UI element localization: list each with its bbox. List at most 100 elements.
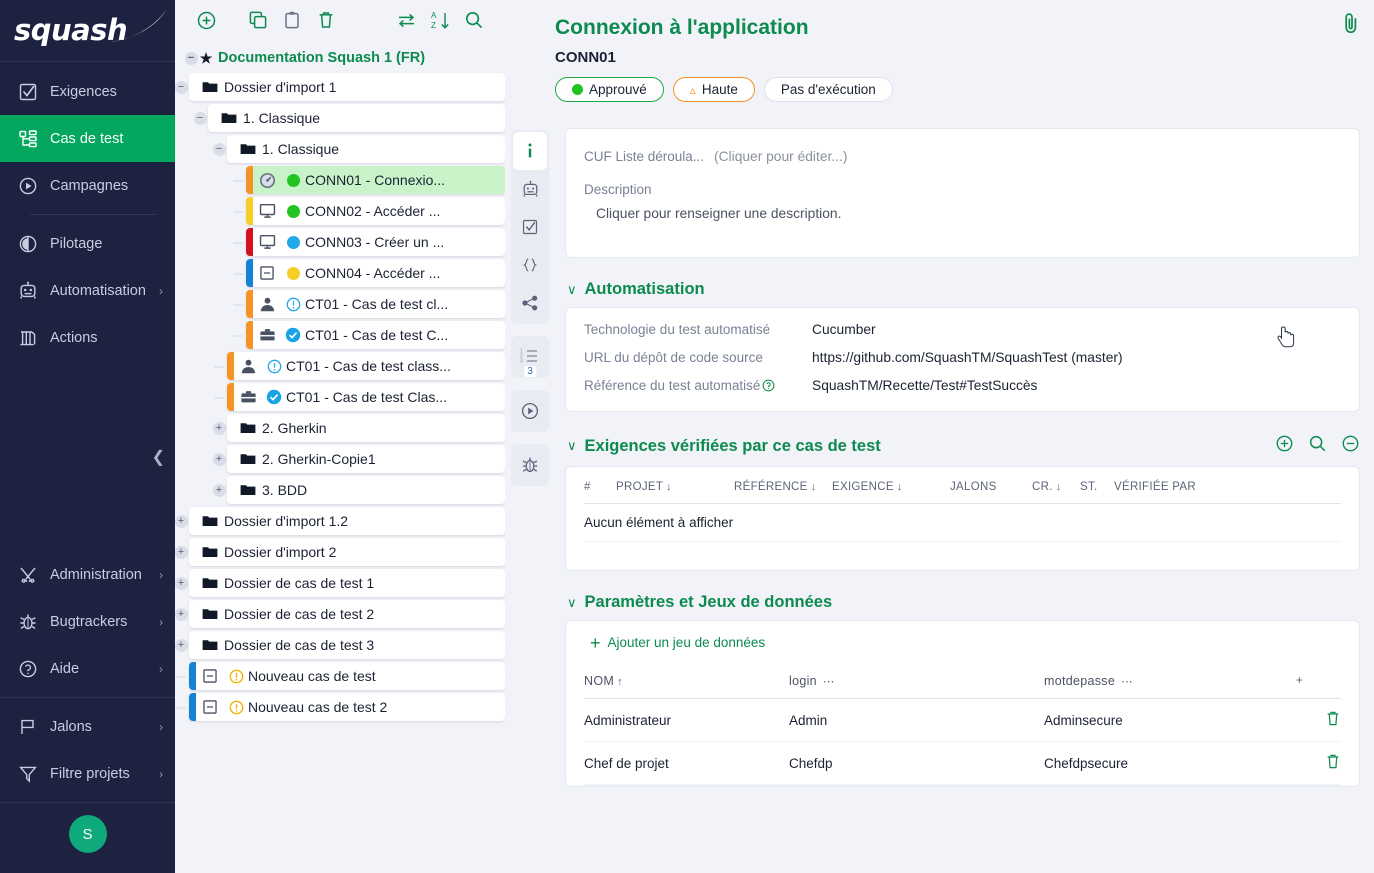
tree-root-node[interactable]: − ★ Documentation Squash 1 (FR) [175, 44, 505, 72]
copy-icon[interactable] [241, 5, 275, 35]
sort-descending-icon[interactable]: ↓ [811, 481, 817, 493]
sidebar-item-administration[interactable]: Administration › [0, 551, 175, 598]
braces-icon[interactable] [513, 246, 547, 284]
column-header[interactable]: EXIGENCE↓ [832, 471, 950, 504]
column-header[interactable]: RÉFÉRENCE↓ [734, 471, 832, 504]
sort-descending-icon[interactable]: ↓ [666, 481, 672, 493]
sidebar-item-campagnes[interactable]: Campagnes [0, 162, 175, 209]
expand-toggle-icon[interactable]: + [175, 575, 189, 591]
dataset-login-cell[interactable]: Chefdp [789, 742, 1044, 785]
sidebar-item-aide[interactable]: Aide › [0, 645, 175, 692]
column-header[interactable]: login⋯ [789, 664, 1044, 699]
tree-node-card[interactable]: CONN04 - Accéder ... [246, 259, 505, 287]
column-header[interactable]: VÉRIFIÉE PAR [1114, 471, 1341, 504]
tree-node-card[interactable]: CT01 - Cas de test cl... [246, 290, 505, 318]
chevron-down-icon[interactable]: ∨ [567, 595, 577, 611]
sidebar-item-jalons[interactable]: Jalons › [0, 703, 175, 750]
search-icon[interactable] [457, 5, 491, 35]
collapse-toggle-icon[interactable]: − [211, 141, 227, 157]
status-badge[interactable]: Approuvé [555, 77, 664, 102]
table-row[interactable]: AdministrateurAdminAdminsecure [584, 699, 1341, 742]
column-header[interactable]: NOM↑ [584, 664, 789, 699]
column-header[interactable]: ST. [1080, 471, 1114, 504]
tree-node[interactable]: +Dossier de cas de test 3 [175, 630, 505, 660]
numbered-list-icon[interactable]: 1 2 3 3 [511, 336, 549, 378]
tree-node-card[interactable]: CT01 - Cas de test Clas... [227, 383, 505, 411]
tree-node[interactable]: ─CONN01 - Connexio... [175, 165, 505, 195]
add-dataset-button[interactable]: + Ajouter un jeu de données [590, 635, 765, 650]
tree-node-card[interactable]: 2. Gherkin [227, 414, 505, 442]
checkbox-icon[interactable] [513, 208, 547, 246]
share-icon[interactable] [513, 284, 547, 322]
transfer-icon[interactable] [389, 5, 423, 35]
delete-icon[interactable] [309, 5, 343, 35]
tree-node-card[interactable]: 3. BDD [227, 476, 505, 504]
sidebar-item-actions[interactable]: Actions [0, 314, 175, 361]
add-icon[interactable] [189, 5, 223, 35]
tree-node[interactable]: −1. Classique [175, 103, 505, 133]
search-icon[interactable] [1308, 434, 1327, 458]
tree-node[interactable]: +2. Gherkin-Copie1 [175, 444, 505, 474]
tree-node-card[interactable]: Dossier d'import 1.2 [189, 507, 505, 535]
tree-node-card[interactable]: 2. Gherkin-Copie1 [227, 445, 505, 473]
tree-node[interactable]: ─CT01 - Cas de test cl... [175, 289, 505, 319]
sort-descending-icon[interactable]: ↓ [1056, 481, 1062, 493]
chevron-down-icon[interactable]: ∨ [567, 282, 577, 298]
sidebar-item-cas-de-test[interactable]: Cas de test [0, 115, 175, 162]
sidebar-item-filtre-projets[interactable]: Filtre projets › [0, 750, 175, 797]
sidebar-item-pilotage[interactable]: Pilotage [0, 220, 175, 267]
app-logo[interactable]: squash [0, 0, 175, 62]
expand-toggle-icon[interactable]: + [175, 544, 189, 560]
description-value[interactable]: Cliquer pour renseigner une description. [584, 206, 1341, 221]
add-circle-icon[interactable] [1275, 434, 1294, 458]
delete-dataset-button[interactable] [1296, 742, 1341, 785]
expand-toggle-icon[interactable]: + [211, 420, 227, 436]
dataset-name-cell[interactable]: Administrateur [584, 699, 789, 742]
chevron-down-icon[interactable]: ∨ [567, 438, 577, 454]
datasets-section-header[interactable]: ∨ Paramètres et Jeux de données [567, 593, 1360, 612]
tree-node-card[interactable]: Nouveau cas de test [189, 662, 505, 690]
add-parameter-button[interactable]: + [1296, 664, 1341, 699]
dataset-name-cell[interactable]: Chef de projet [584, 742, 789, 785]
dataset-password-cell[interactable]: Chefdpsecure [1044, 742, 1296, 785]
tree-node[interactable]: +2. Gherkin [175, 413, 505, 443]
column-header[interactable]: CR.↓ [1032, 471, 1080, 504]
help-icon[interactable] [762, 379, 775, 392]
column-header[interactable]: JALONS [950, 471, 1032, 504]
tree-node-card[interactable]: CT01 - Cas de test class... [227, 352, 505, 380]
tree-node[interactable]: ─Nouveau cas de test [175, 661, 505, 691]
tree-node-card[interactable]: Dossier d'import 2 [189, 538, 505, 566]
tree-node-card[interactable]: CONN01 - Connexio... [246, 166, 505, 194]
tree-node[interactable]: ─CT01 - Cas de test class... [175, 351, 505, 381]
sidebar-item-automatisation[interactable]: Automatisation › [0, 267, 175, 314]
expand-toggle-icon[interactable]: + [211, 482, 227, 498]
tree-node-card[interactable]: 1. Classique [208, 104, 505, 132]
dataset-password-cell[interactable]: Adminsecure [1044, 699, 1296, 742]
collapse-toggle-icon[interactable]: − [175, 79, 189, 95]
expand-toggle-icon[interactable]: + [175, 637, 189, 653]
play-circle-icon[interactable] [511, 390, 549, 432]
tree-node[interactable]: −1. Classique [175, 134, 505, 164]
remove-circle-icon[interactable] [1341, 434, 1360, 458]
column-options-icon[interactable]: ⋯ [823, 676, 836, 688]
tree-node[interactable]: ─Nouveau cas de test 2 [175, 692, 505, 722]
collapse-toggle-icon[interactable]: − [192, 110, 208, 126]
dataset-login-cell[interactable]: Admin [789, 699, 1044, 742]
paperclip-icon[interactable] [1336, 8, 1366, 38]
tree-node-card[interactable]: CONN02 - Accéder ... [246, 197, 505, 225]
tree-node[interactable]: +Dossier d'import 1.2 [175, 506, 505, 536]
tree-node[interactable]: ─CT01 - Cas de test Clas... [175, 382, 505, 412]
sort-az-icon[interactable]: A Z [423, 5, 457, 35]
expand-toggle-icon[interactable]: + [175, 606, 189, 622]
sort-ascending-icon[interactable]: ↑ [617, 676, 623, 688]
collapse-toggle-icon[interactable]: − [183, 50, 199, 66]
avatar[interactable]: S [69, 815, 107, 853]
robot-icon[interactable] [513, 170, 547, 208]
expand-toggle-icon[interactable]: + [211, 451, 227, 467]
detail-scroll-area[interactable]: Jalons − CUF Liste déroula... (Cliquer p… [555, 128, 1374, 873]
column-header[interactable]: motdepasse⋯ [1044, 664, 1296, 699]
column-options-icon[interactable]: ⋯ [1121, 676, 1134, 688]
tree-node[interactable]: +Dossier de cas de test 1 [175, 568, 505, 598]
column-header[interactable]: PROJET↓ [616, 471, 734, 504]
tree-node-card[interactable]: Dossier de cas de test 2 [189, 600, 505, 628]
